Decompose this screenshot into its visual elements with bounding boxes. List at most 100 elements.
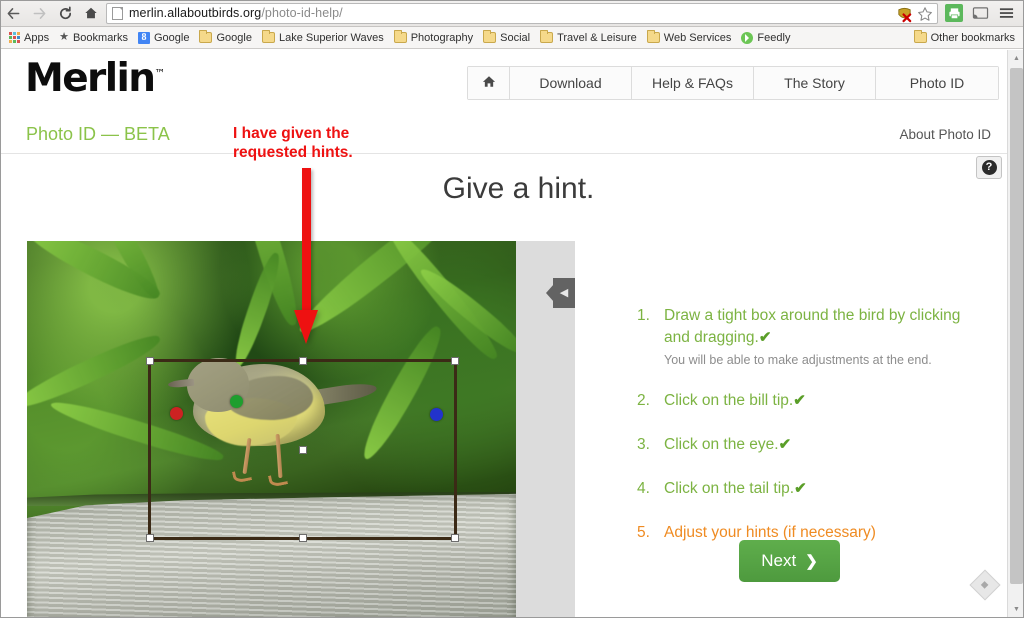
merlin-logo: Merlin™: [25, 56, 165, 101]
resize-handle-bottom-left[interactable]: [146, 534, 154, 542]
annotation-text: I have given the requested hints.: [233, 124, 413, 162]
bookmark-google-folder[interactable]: Google: [194, 30, 256, 46]
check-icon: ✔: [794, 480, 807, 498]
annotation-line-1: I have given the: [233, 125, 350, 142]
step-number: 1.: [637, 307, 650, 324]
logo-text: Merlin: [25, 56, 156, 101]
folder-icon: [483, 30, 497, 43]
bookmark-photography[interactable]: Photography: [389, 30, 478, 46]
scroll-down-arrow[interactable]: ▼: [1008, 601, 1024, 618]
bird-bounding-box[interactable]: [146, 357, 459, 542]
nav-help-faqs[interactable]: Help & FAQs: [632, 67, 754, 99]
step-number: 4.: [637, 480, 650, 498]
bookmark-bookmarks[interactable]: ★ Bookmarks: [54, 30, 133, 46]
cast-icon[interactable]: [968, 1, 992, 25]
vertical-scrollbar[interactable]: ▲ ▼: [1007, 50, 1024, 618]
resize-handle-bottom-right[interactable]: [451, 534, 459, 542]
step-text: Click on the tail tip.: [664, 480, 795, 498]
other-bookmarks-button[interactable]: Other bookmarks: [909, 30, 1020, 46]
bookmark-google-search[interactable]: 8 Google: [133, 30, 194, 46]
instruction-step-3: 3. Click on the eye.✔: [637, 434, 982, 456]
bookmark-label: Lake Superior Waves: [278, 31, 384, 44]
resize-handle-bottom-center[interactable]: [298, 534, 307, 542]
print-icon[interactable]: [942, 1, 966, 25]
folder-icon: [393, 30, 407, 43]
move-handle-center[interactable]: [298, 445, 307, 454]
collapse-left-arrow-icon[interactable]: ◀: [546, 278, 575, 308]
check-icon: ✔: [778, 436, 792, 454]
subheader: Photo ID — BETA About Photo ID: [0, 124, 1007, 154]
trademark-symbol: ™: [154, 67, 166, 80]
site-header: Merlin™ Download Help & FAQs The Story P…: [0, 50, 1007, 105]
eye-marker[interactable]: [230, 395, 243, 408]
folder-icon: [540, 30, 554, 43]
nav-the-story[interactable]: The Story: [754, 67, 876, 99]
bookmark-label: Social: [500, 31, 531, 44]
next-button-container: Next ❯: [597, 540, 982, 582]
bookmark-apps[interactable]: Apps: [4, 30, 54, 46]
bookmark-label: Photography: [410, 31, 474, 44]
url-text: merlin.allaboutbirds.org/photo-id-help/: [129, 6, 343, 20]
arrow-shaft: [302, 168, 311, 313]
resize-handle-top-left[interactable]: [146, 357, 154, 365]
bill-tip-marker[interactable]: [170, 407, 183, 420]
step-subtext: You will be able to make adjustments at …: [664, 353, 932, 367]
bookmark-label: Bookmarks: [72, 31, 128, 44]
reload-icon[interactable]: [52, 0, 78, 27]
nav-download[interactable]: Download: [510, 67, 632, 99]
browser-window: merlin.allaboutbirds.org/photo-id-help/: [0, 0, 1024, 618]
bookmark-label: Web Services: [663, 31, 732, 44]
home-icon: [482, 75, 496, 91]
bookmark-label: Travel & Leisure: [557, 31, 637, 44]
step-text-wrap: Draw a tight box around the bird by clic…: [664, 305, 982, 368]
red-down-arrow: [294, 168, 318, 346]
adblock-icon[interactable]: [896, 6, 913, 28]
step-text: Draw a tight box around the bird by clic…: [664, 307, 961, 346]
page-document-icon: [112, 6, 123, 20]
bookmark-lake-superior-waves[interactable]: Lake Superior Waves: [257, 30, 389, 46]
menu-icon[interactable]: [994, 1, 1018, 25]
tail-tip-marker[interactable]: [430, 408, 443, 421]
bird-photo[interactable]: [27, 241, 516, 618]
bookmark-label: Google: [153, 31, 190, 44]
check-icon: ✔: [793, 392, 806, 410]
bookmark-star-icon[interactable]: [917, 6, 933, 27]
url-host: merlin.allaboutbirds.org: [129, 6, 262, 20]
resize-handle-top-right[interactable]: [451, 357, 459, 365]
google-icon: 8: [137, 31, 150, 44]
instruction-step-4: 4. Click on the tail tip.✔: [637, 478, 982, 500]
folder-icon: [199, 30, 213, 43]
url-path: /photo-id-help/: [261, 6, 343, 20]
bookmark-social[interactable]: Social: [478, 30, 535, 46]
nav-home[interactable]: [468, 67, 510, 99]
bookmark-label: Apps: [24, 31, 50, 44]
address-bar[interactable]: merlin.allaboutbirds.org/photo-id-help/: [106, 2, 938, 27]
scrollbar-thumb[interactable]: [1010, 68, 1023, 584]
check-icon: ✔: [758, 329, 772, 346]
star-icon: ★: [59, 31, 69, 43]
home-icon[interactable]: [78, 0, 104, 27]
bookmarks-bar: Apps ★ Bookmarks 8 Google Google Lake Su…: [0, 27, 1024, 49]
step-text-wrap: Click on the eye.✔: [664, 434, 982, 456]
about-photo-id-link[interactable]: About Photo ID: [899, 127, 991, 142]
bookmark-travel-leisure[interactable]: Travel & Leisure: [535, 30, 642, 46]
resize-handle-top-center[interactable]: [298, 357, 307, 365]
scroll-up-arrow[interactable]: ▲: [1008, 50, 1024, 67]
bookmark-label: Feedly: [757, 31, 791, 44]
back-arrow-icon[interactable]: [0, 0, 26, 27]
next-button-label: Next: [761, 551, 797, 570]
main-heading: Give a hint.: [442, 172, 595, 205]
bookmark-feedly[interactable]: Feedly: [736, 30, 795, 46]
bookmark-web-services[interactable]: Web Services: [642, 30, 737, 46]
page-viewport: Merlin™ Download Help & FAQs The Story P…: [0, 50, 1024, 618]
hint-instructions-list: 1. Draw a tight box around the bird by c…: [597, 305, 982, 566]
next-button[interactable]: Next ❯: [739, 540, 840, 582]
step-text: Adjust your hints (if necessary): [664, 524, 876, 542]
nav-photo-id[interactable]: Photo ID: [876, 67, 998, 99]
step-text: Click on the bill tip.: [664, 392, 794, 410]
forward-arrow-icon: [26, 0, 52, 27]
page-title: Photo ID — BETA: [26, 124, 170, 144]
step-text: Click on the eye.: [664, 436, 779, 454]
step-number: 2.: [637, 392, 650, 410]
step-text-wrap: Click on the bill tip.✔: [664, 390, 982, 412]
